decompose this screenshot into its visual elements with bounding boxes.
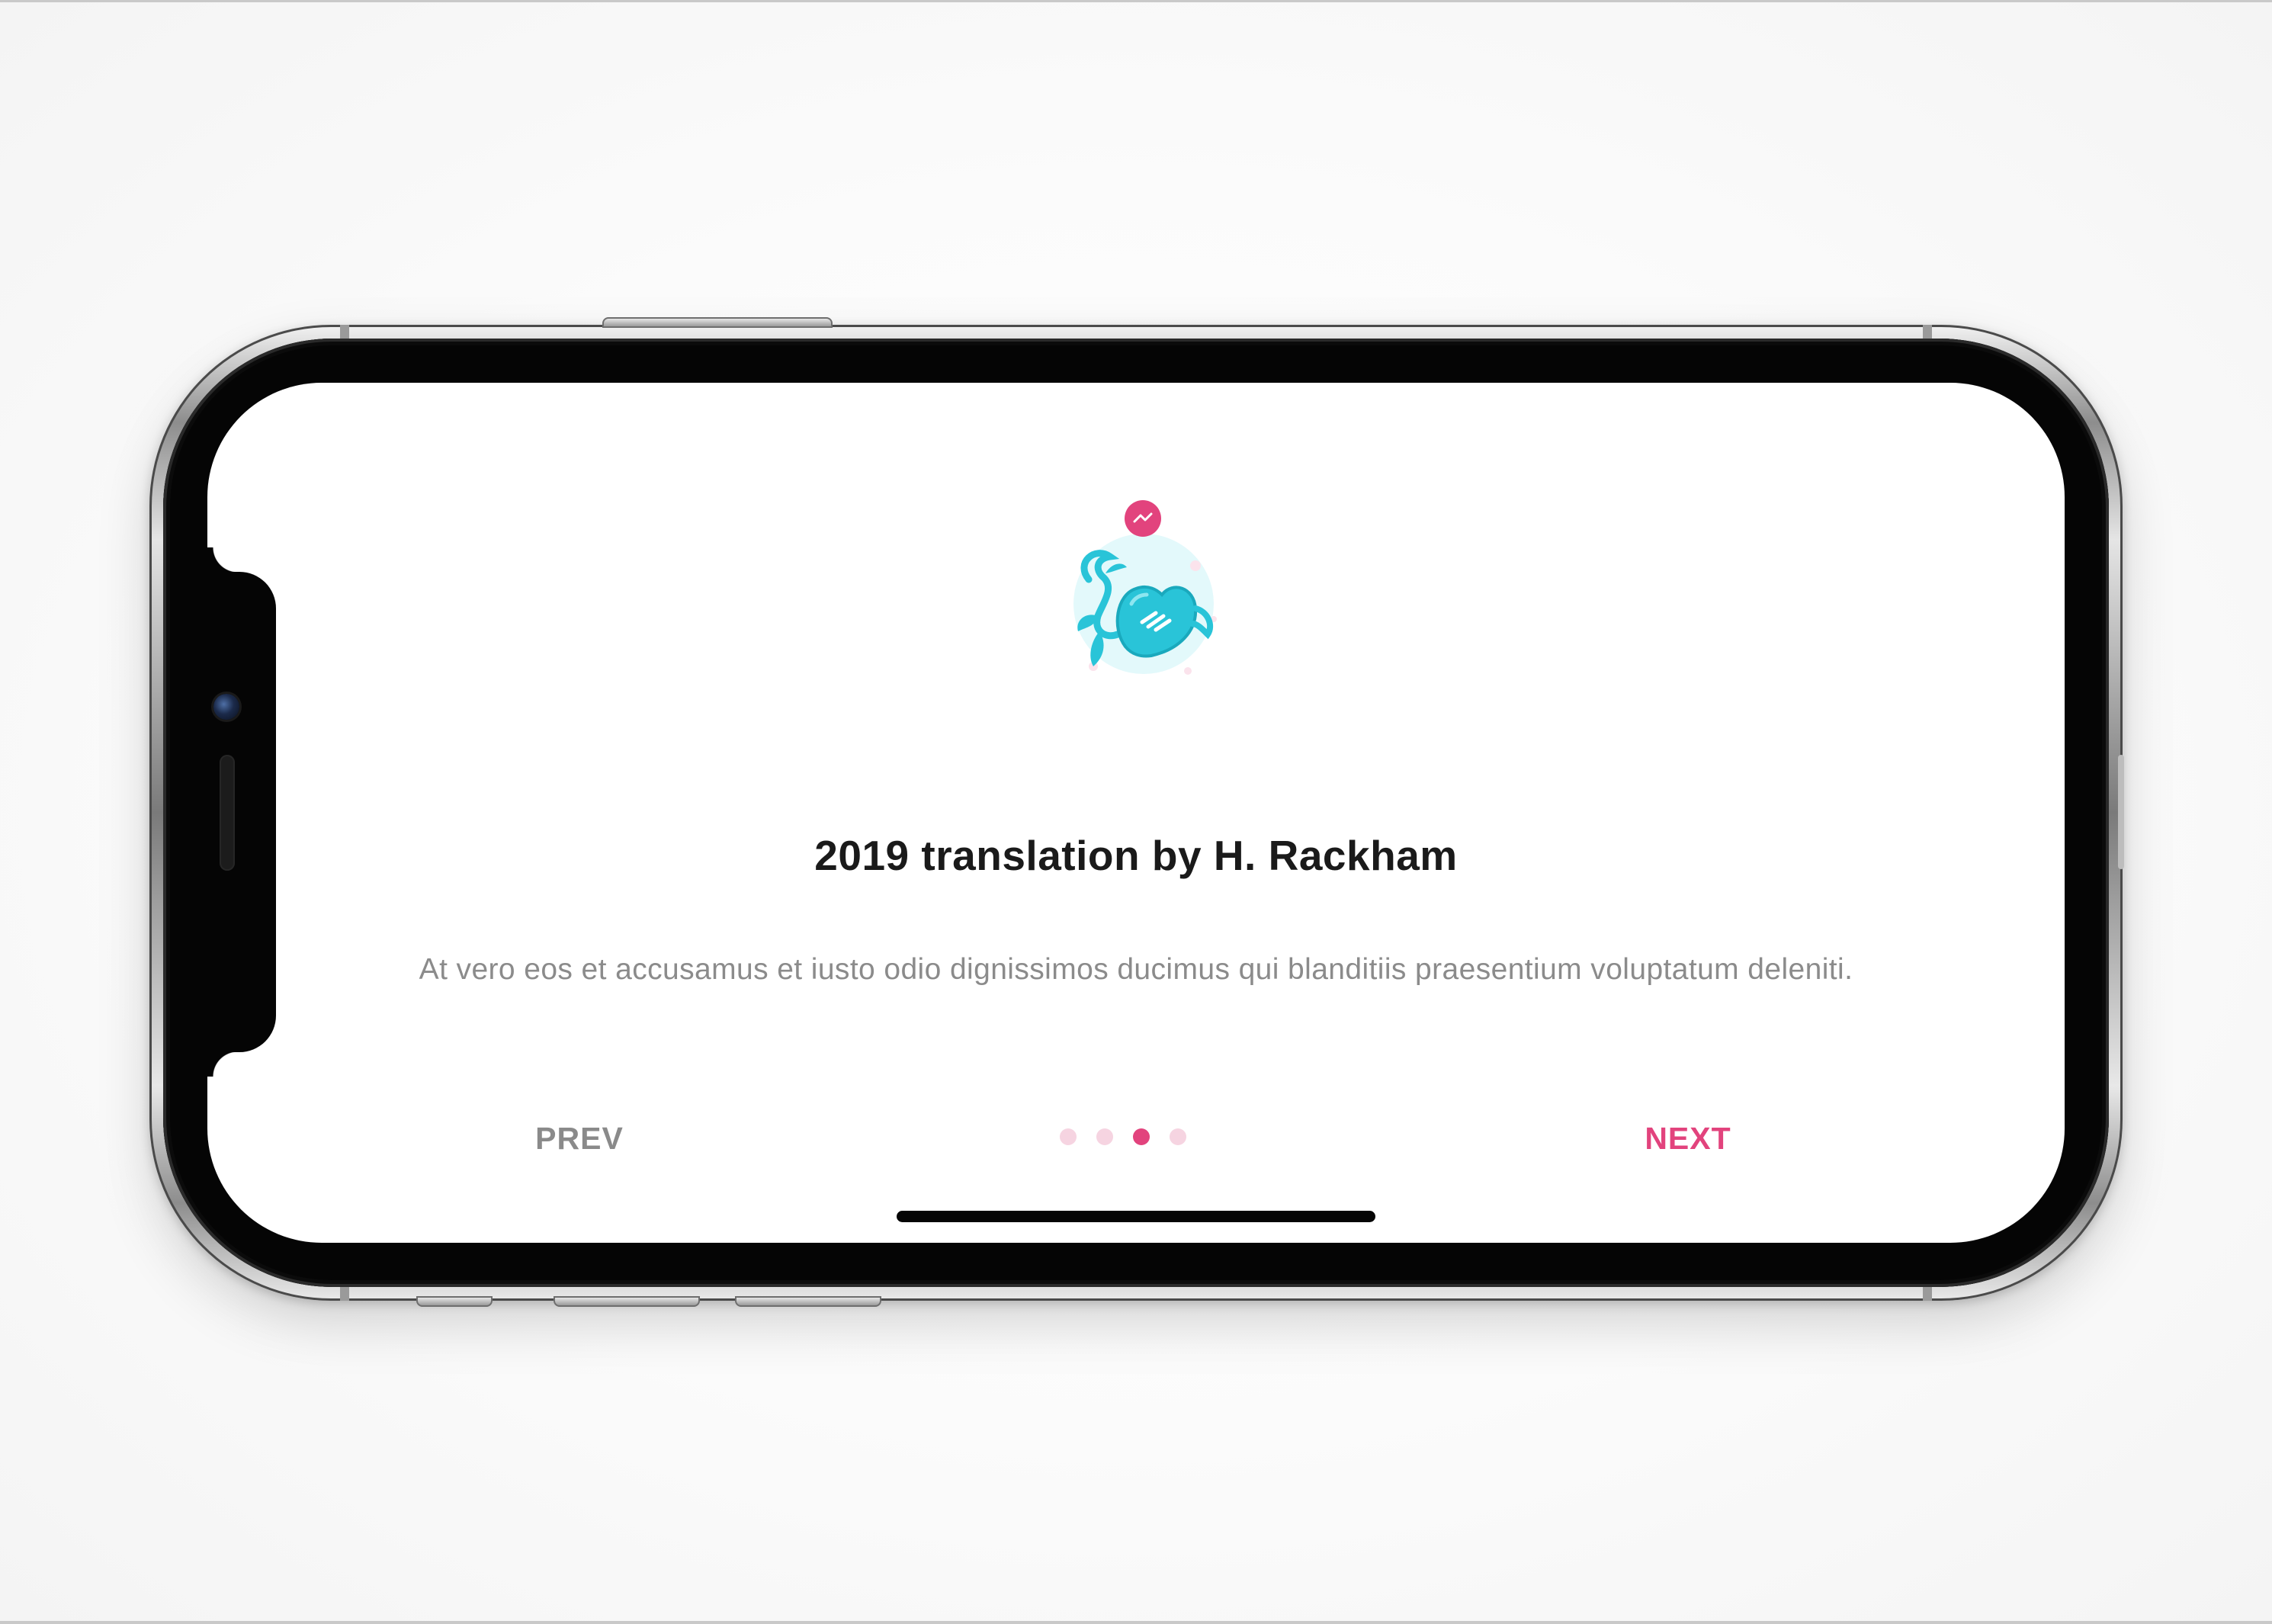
home-indicator[interactable] (897, 1211, 1375, 1222)
heart-plant-icon (1073, 500, 1217, 675)
mute-switch (416, 1296, 493, 1307)
page-description: At vero eos et accusamus et iusto odio d… (419, 953, 1853, 986)
pagination-dots (1060, 1128, 1212, 1147)
prev-button[interactable]: PREV (503, 1113, 656, 1163)
antenna-band (340, 1287, 349, 1301)
volume-down-button (735, 1296, 881, 1307)
pagination-dot[interactable] (1060, 1128, 1077, 1145)
next-button[interactable]: NEXT (1612, 1113, 1764, 1163)
volume-up-button (554, 1296, 700, 1307)
pagination-dot[interactable] (1170, 1128, 1186, 1145)
antenna-band (1923, 325, 1932, 339)
page-title: 2019 translation by H. Rackham (814, 832, 1458, 879)
pagination-dot[interactable] (1096, 1128, 1113, 1145)
bottom-border-line (0, 1621, 2272, 1624)
notch-corner (207, 1051, 238, 1077)
front-camera (213, 694, 239, 720)
power-button (602, 317, 833, 328)
notch-corner (207, 547, 238, 573)
side-edge-highlight (2118, 755, 2124, 869)
pagination-dot-active[interactable] (1133, 1128, 1150, 1145)
top-border-line (0, 0, 2272, 2)
antenna-band (1923, 1287, 1932, 1301)
antenna-band (340, 325, 349, 339)
